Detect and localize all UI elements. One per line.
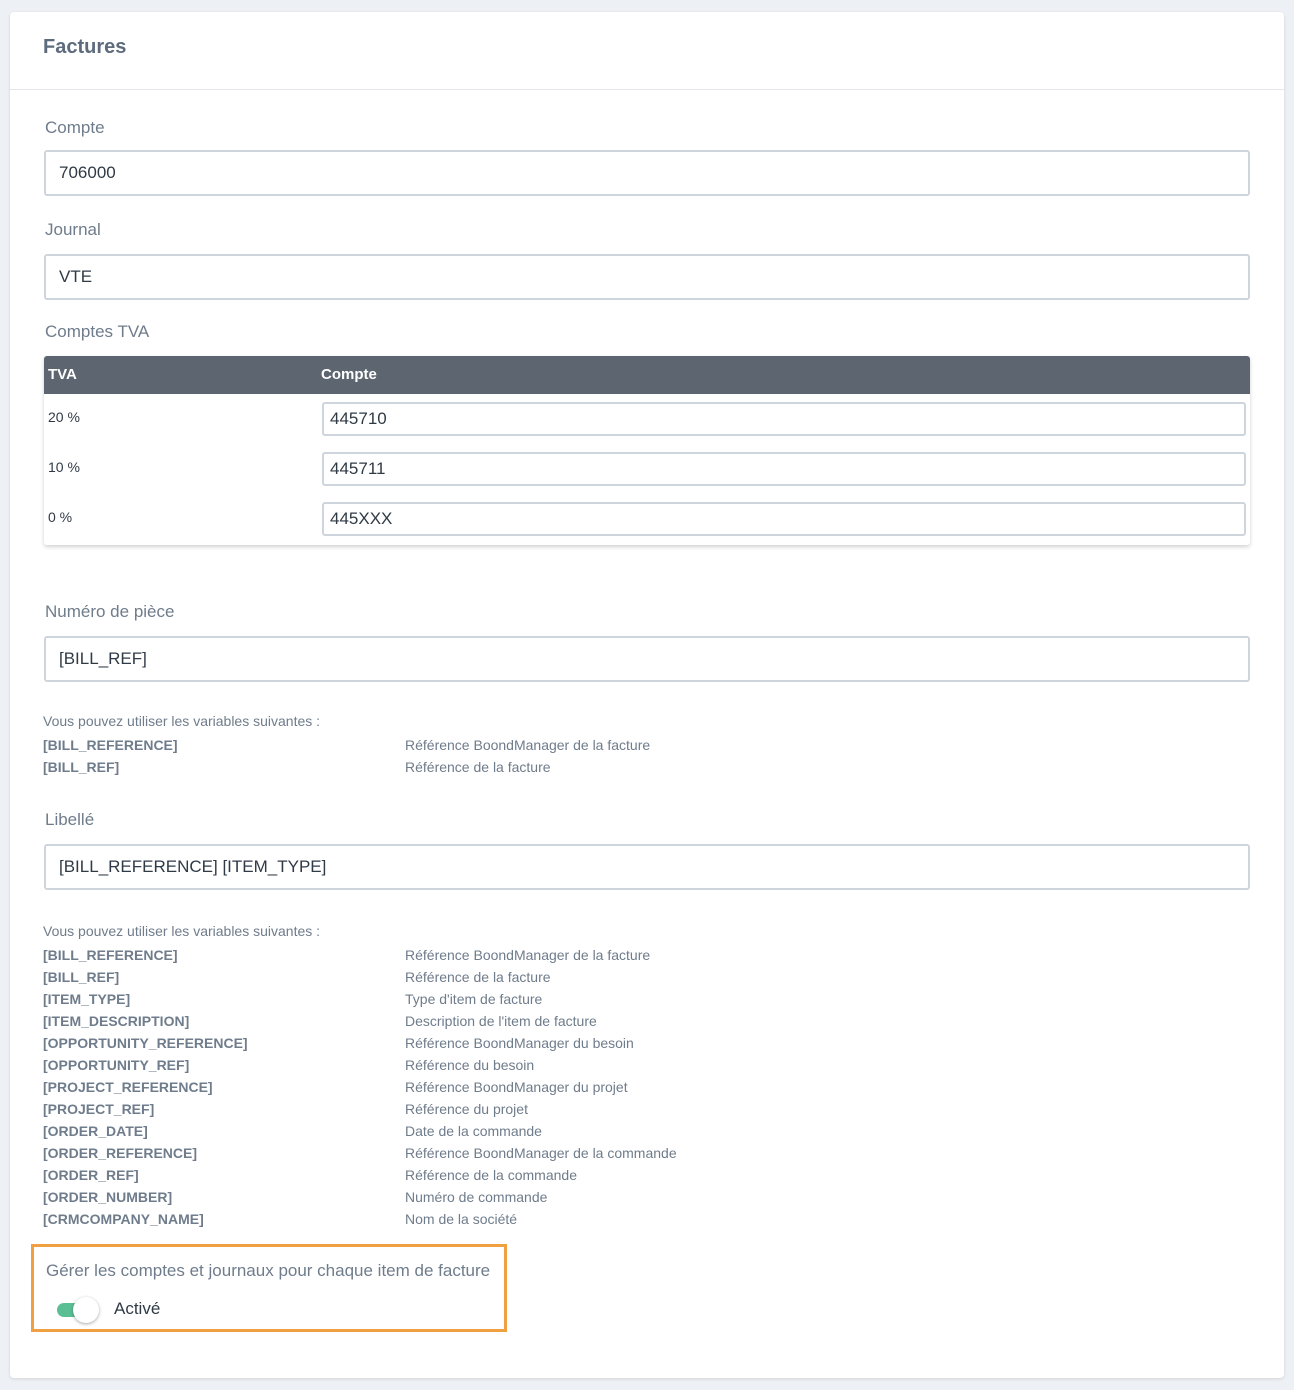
variable-description: Référence BoondManager de la commande (405, 1145, 677, 1161)
tva-rate: 0 % (48, 509, 73, 525)
toggle-state-label: Activé (114, 1299, 161, 1318)
variable-row: [ORDER_NUMBER] Numéro de commande (43, 1186, 943, 1208)
variable-row: [ORDER_DATE] Date de la commande (43, 1120, 943, 1142)
variable-description: Date de la commande (405, 1123, 542, 1139)
tva-rate: 20 % (48, 409, 80, 425)
tva-column-header: TVA (48, 366, 77, 383)
factures-card: Factures Compte Journal Comptes TVA TVA … (10, 12, 1284, 1378)
variable-name: [ORDER_REFERENCE] (43, 1145, 198, 1161)
per-item-settings-highlight: Gérer les comptes et journaux pour chaqu… (31, 1244, 507, 1332)
variable-description: Référence du besoin (405, 1057, 535, 1073)
variable-description: Référence de la facture (405, 759, 551, 775)
variable-row: [BILL_REFERENCE] Référence BoondManager … (43, 734, 943, 756)
variable-row: [BILL_REF] Référence de la facture (43, 756, 943, 778)
compte-input[interactable] (44, 150, 1250, 196)
variable-description: Référence BoondManager de la facture (405, 947, 651, 963)
per-item-toggle-switch[interactable] (57, 1297, 101, 1323)
per-item-toggle-label: Gérer les comptes et journaux pour chaqu… (46, 1261, 491, 1280)
card-title: Factures (43, 36, 127, 58)
variable-description: Référence de la facture (405, 969, 551, 985)
variable-name: [BILL_REF] (43, 969, 120, 985)
variable-description: Référence BoondManager de la facture (405, 737, 651, 753)
variable-name: [CRMCOMPANY_NAME] (43, 1211, 204, 1227)
variable-name: [OPPORTUNITY_REF] (43, 1057, 190, 1073)
variable-name: [ITEM_TYPE] (43, 991, 131, 1007)
variable-name: [ORDER_REF] (43, 1167, 139, 1183)
variable-description: Numéro de commande (405, 1189, 548, 1205)
tva-account-input[interactable] (322, 402, 1246, 436)
card-header: Factures (10, 12, 1284, 90)
variable-description: Référence BoondManager du besoin (405, 1035, 634, 1051)
variable-row: [CRMCOMPANY_NAME] Nom de la société (43, 1208, 943, 1230)
tva-table-header: TVA Compte (44, 356, 1250, 394)
tva-row: 10 % (44, 444, 1250, 494)
variable-name: [BILL_REFERENCE] (43, 947, 178, 963)
variable-row: [ORDER_REFERENCE] Référence BoondManager… (43, 1142, 943, 1164)
variable-row: [ITEM_TYPE] Type d'item de facture (43, 988, 943, 1010)
tva-row: 20 % (44, 394, 1250, 444)
variable-name: [ORDER_DATE] (43, 1123, 148, 1139)
toggle-knob (73, 1297, 99, 1323)
numero-piece-input[interactable] (44, 636, 1250, 682)
journal-input[interactable] (44, 254, 1250, 300)
variable-row: [ITEM_DESCRIPTION] Description de l'item… (43, 1010, 943, 1032)
compte-label: Compte (45, 118, 105, 137)
variable-row: [BILL_REF] Référence de la facture (43, 966, 943, 988)
variable-row: [BILL_REFERENCE] Référence BoondManager … (43, 944, 943, 966)
piece-variables-help: Vous pouvez utiliser les variables suiva… (43, 712, 943, 778)
variable-row: [OPPORTUNITY_REF] Référence du besoin (43, 1054, 943, 1076)
variable-description: Nom de la société (405, 1211, 518, 1227)
variable-description: Type d'item de facture (405, 991, 543, 1007)
variable-name: [BILL_REFERENCE] (43, 737, 178, 753)
tva-account-input[interactable] (322, 502, 1246, 536)
variable-description: Référence du projet (405, 1101, 528, 1117)
variable-description: Description de l'item de facture (405, 1013, 597, 1029)
tva-rate: 10 % (48, 459, 80, 475)
variables-intro: Vous pouvez utiliser les variables suiva… (43, 923, 321, 939)
variable-name: [OPPORTUNITY_REFERENCE] (43, 1035, 248, 1051)
variable-name: [PROJECT_REF] (43, 1101, 155, 1117)
journal-label: Journal (45, 220, 101, 239)
variable-name: [ORDER_NUMBER] (43, 1189, 173, 1205)
variable-row: [OPPORTUNITY_REFERENCE] Référence BoondM… (43, 1032, 943, 1054)
compte-column-header: Compte (321, 366, 377, 383)
libelle-label: Libellé (45, 810, 95, 829)
comptes-tva-label: Comptes TVA (45, 322, 150, 341)
libelle-input[interactable] (44, 844, 1250, 890)
numero-piece-label: Numéro de pièce (45, 602, 175, 621)
variables-intro: Vous pouvez utiliser les variables suiva… (43, 713, 321, 729)
variable-row: [ORDER_REF] Référence de la commande (43, 1164, 943, 1186)
variable-row: [PROJECT_REFERENCE] Référence BoondManag… (43, 1076, 943, 1098)
variable-description: Référence de la commande (405, 1167, 577, 1183)
variable-name: [PROJECT_REFERENCE] (43, 1079, 213, 1095)
variable-name: [BILL_REF] (43, 759, 120, 775)
libelle-variables-help: Vous pouvez utiliser les variables suiva… (43, 922, 943, 1230)
tva-account-input[interactable] (322, 452, 1246, 486)
tva-row: 0 % (44, 494, 1250, 544)
variable-row: [PROJECT_REF] Référence du projet (43, 1098, 943, 1120)
variable-name: [ITEM_DESCRIPTION] (43, 1013, 190, 1029)
tva-table: TVA Compte 20 % 10 % 0 % (44, 356, 1250, 545)
variable-description: Référence BoondManager du projet (405, 1079, 628, 1095)
